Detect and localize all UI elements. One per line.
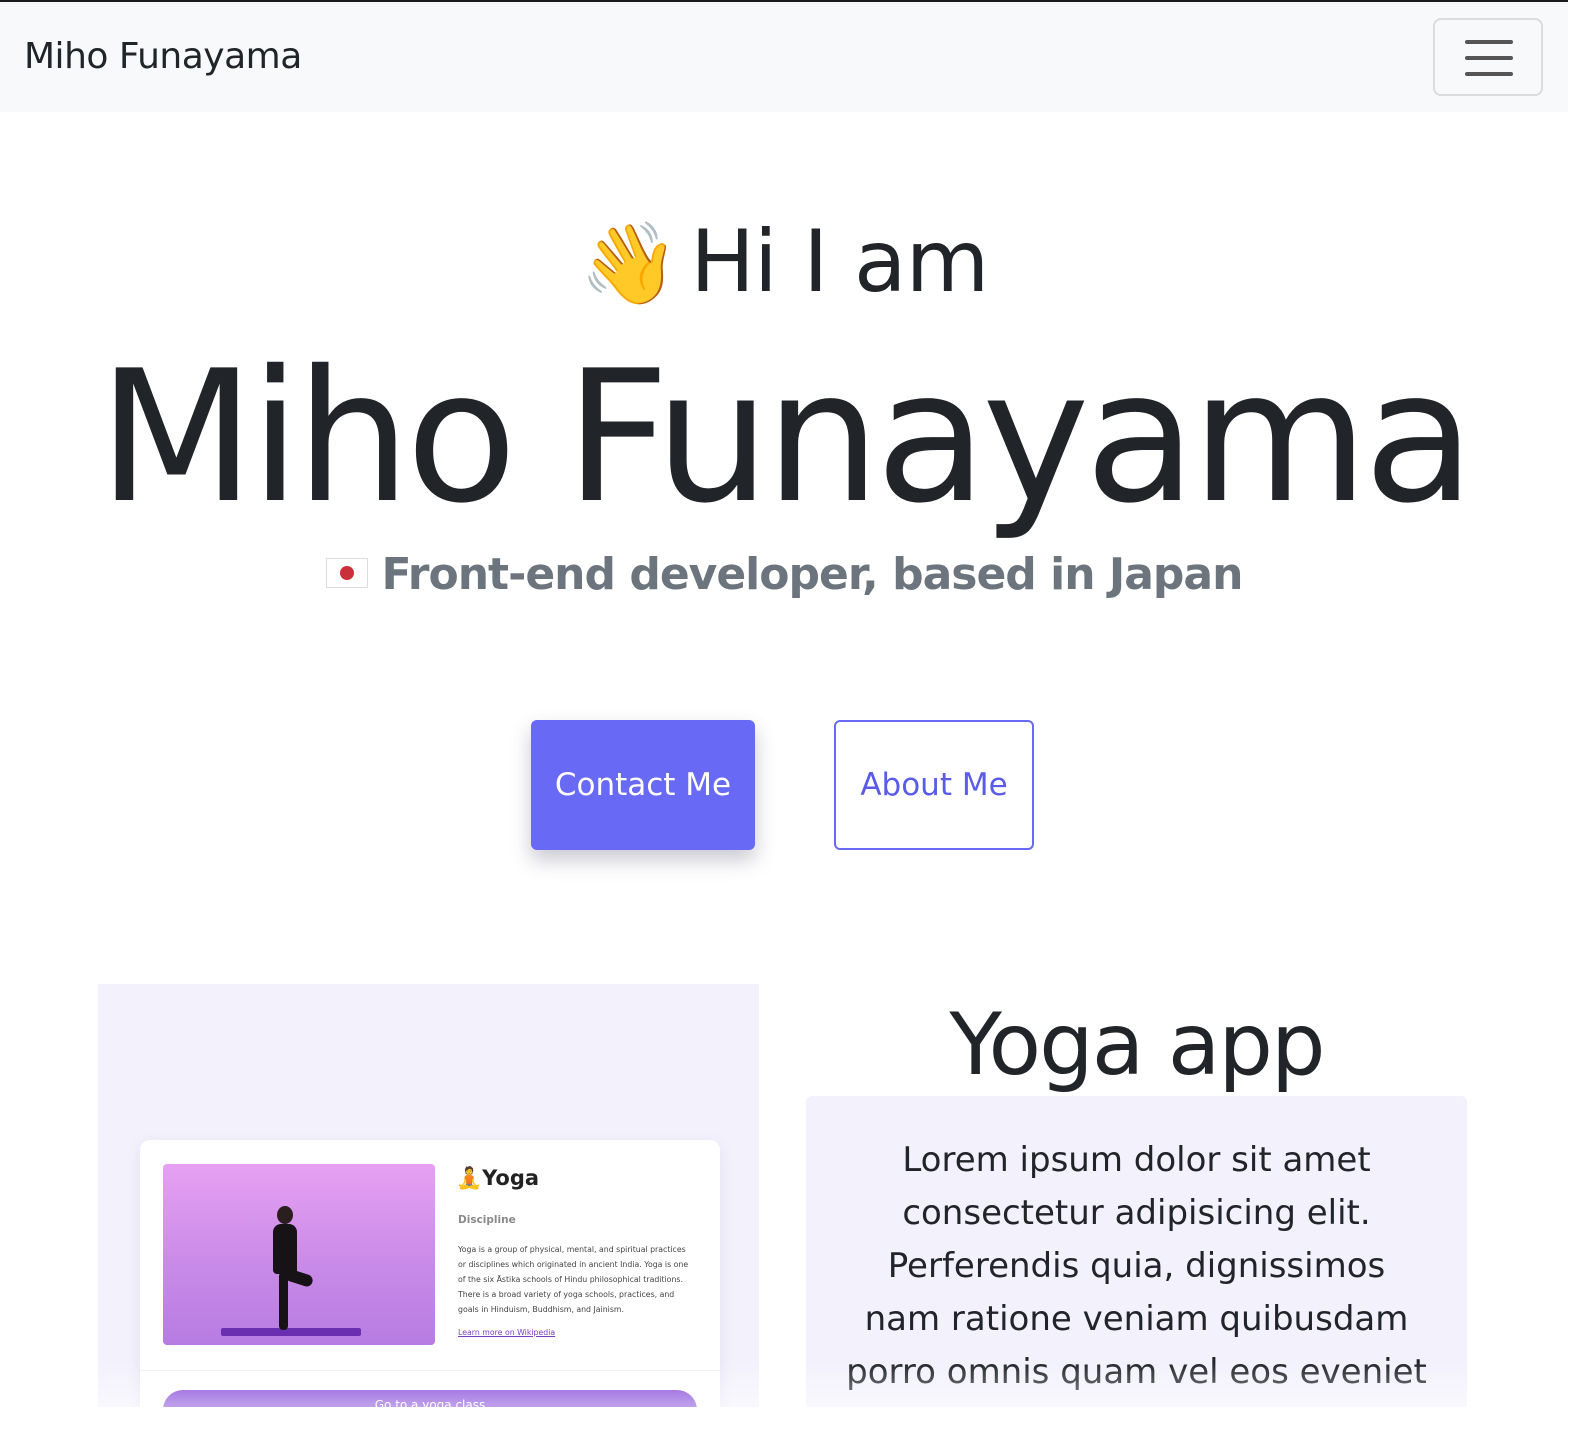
yoga-figure-leg-bent xyxy=(283,1267,315,1289)
screenshot-divider xyxy=(140,1370,720,1371)
screenshot-text: Yoga is a group of physical, mental, and… xyxy=(458,1245,689,1314)
hamburger-icon xyxy=(1465,40,1513,44)
screenshot-link: Learn more on Wikipedia xyxy=(458,1328,556,1337)
about-me-button[interactable]: About Me xyxy=(834,720,1034,850)
project-screenshot-panel: 🧘Yoga Discipline Yoga is a group of phys… xyxy=(98,984,759,1407)
navbar-brand[interactable]: Miho Funayama xyxy=(24,36,302,77)
yoga-figure-body xyxy=(273,1224,297,1274)
screenshot-button: Go to a yoga class xyxy=(163,1390,697,1407)
hero-subtitle-text: Front-end developer, based in Japan xyxy=(381,549,1244,600)
project-title: Yoga app xyxy=(949,995,1325,1095)
screenshot-title: 🧘Yoga xyxy=(456,1166,539,1191)
meditation-icon: 🧘 xyxy=(456,1166,483,1190)
hero-subtitle: Front-end developer, based in Japan xyxy=(0,545,1568,605)
page: Miho Funayama 👋 Hi I am Miho Funayama Fro… xyxy=(0,0,1568,1407)
japan-flag-icon xyxy=(325,558,368,588)
hamburger-icon-line xyxy=(1465,56,1513,60)
project-screenshot: 🧘Yoga Discipline Yoga is a group of phys… xyxy=(140,1140,720,1407)
yoga-figure-leg xyxy=(279,1272,288,1330)
contact-me-button[interactable]: Contact Me xyxy=(531,720,755,850)
project-description-text: Lorem ipsum dolor sit amet consectetur a… xyxy=(846,1140,1427,1407)
hero-greeting: 👋 Hi I am xyxy=(0,197,1568,329)
project-description: Lorem ipsum dolor sit amet consectetur a… xyxy=(806,1096,1467,1407)
waving-hand-icon: 👋 xyxy=(579,217,680,310)
hamburger-icon-line xyxy=(1465,72,1513,76)
screenshot-label: Discipline xyxy=(458,1214,516,1226)
yoga-mat xyxy=(221,1328,361,1336)
hero-name: Miho Funayama xyxy=(97,331,1475,543)
screenshot-title-text: Yoga xyxy=(482,1166,540,1190)
yoga-figure xyxy=(277,1206,293,1224)
navbar-toggle-button[interactable] xyxy=(1433,18,1543,96)
hero-greeting-text: Hi I am xyxy=(690,212,989,312)
yoga-photo xyxy=(163,1164,435,1345)
navbar: Miho Funayama xyxy=(0,2,1568,112)
